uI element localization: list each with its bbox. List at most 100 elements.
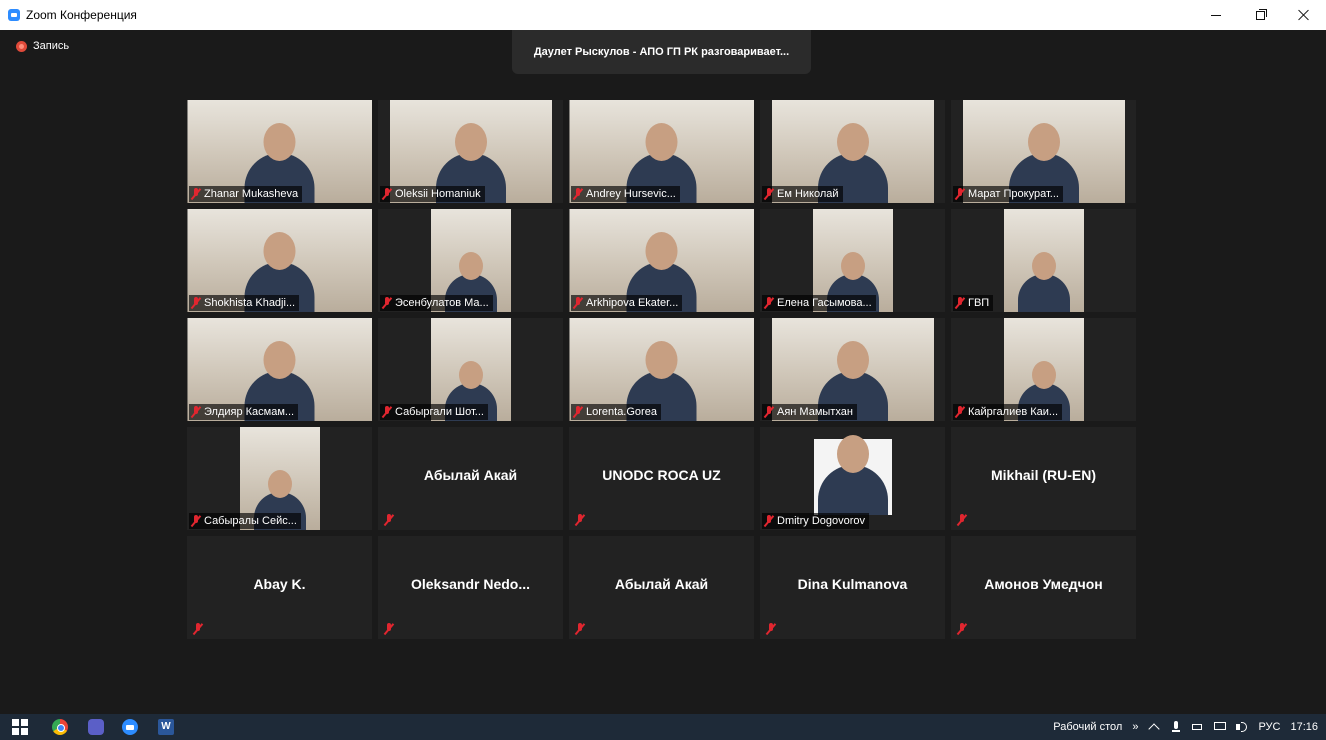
participant-tile[interactable]: UNODC ROCA UZ <box>569 427 754 530</box>
muted-mic-icon <box>573 297 583 309</box>
participant-tile[interactable]: Shokhista Khadji... <box>187 209 372 312</box>
participant-tile[interactable]: Сабыралы Сейс... <box>187 427 372 530</box>
teams-icon[interactable] <box>88 719 104 735</box>
participant-tile[interactable]: Dina Kulmanova <box>760 536 945 639</box>
participant-name: Oleksii Homaniuk <box>395 188 481 200</box>
participant-tile[interactable]: Аян Мамытхан <box>760 318 945 421</box>
muted-mic-icon <box>575 514 585 526</box>
participant-tile[interactable]: Эсенбулатов Ма... <box>378 209 563 312</box>
participant-name: Abay K. <box>253 576 306 592</box>
windows-start-icon[interactable] <box>12 719 28 735</box>
participant-name: Елена Гасымова... <box>777 297 872 309</box>
active-speaker-text: Даулет Рыскулов - АПО ГП РК разговаривае… <box>533 46 790 58</box>
participant-name: Shokhista Khadji... <box>204 297 296 309</box>
participant-tile[interactable]: ГВП <box>951 209 1136 312</box>
minimize-button[interactable] <box>1194 0 1238 30</box>
muted-mic-icon <box>764 406 774 418</box>
muted-mic-icon <box>766 623 776 635</box>
recording-indicator[interactable]: Запись <box>16 40 69 52</box>
show-hidden-icons-icon[interactable] <box>1148 721 1160 733</box>
participant-name: UNODC ROCA UZ <box>602 467 721 483</box>
participant-tile[interactable]: Dmitry Dogovorov <box>760 427 945 530</box>
active-speaker-banner: Даулет Рыскулов - АПО ГП РК разговаривае… <box>512 30 811 74</box>
participant-name-label: Andrey Hursevic... <box>571 186 680 202</box>
participant-head <box>836 123 869 161</box>
participant-tile[interactable]: Abay K. <box>187 536 372 639</box>
participant-name-label: Dmitry Dogovorov <box>762 513 870 529</box>
participant-head <box>840 252 865 280</box>
participant-tile[interactable]: Елена Гасымова... <box>760 209 945 312</box>
muted-mic-icon <box>573 406 583 418</box>
participant-tile[interactable]: Сабыргали Шот... <box>378 318 563 421</box>
word-icon[interactable]: W <box>158 719 174 735</box>
participant-tile[interactable]: Andrey Hursevic... <box>569 100 754 203</box>
title-bar: Zoom Конференция <box>0 0 1326 30</box>
participant-head <box>1031 361 1056 389</box>
participant-head <box>1031 252 1056 280</box>
participant-name: Arkhipova Ekater... <box>586 297 679 309</box>
muted-mic-icon <box>191 297 201 309</box>
muted-mic-icon <box>191 515 201 527</box>
participant-tile[interactable]: Амонов Умедчон <box>951 536 1136 639</box>
participant-head <box>263 123 296 161</box>
participant-name: Марат Прокурат... <box>968 188 1059 200</box>
participant-tile[interactable]: Arkhipova Ekater... <box>569 209 754 312</box>
muted-mic-icon <box>955 297 965 309</box>
desktop-label[interactable]: Рабочий стол <box>1053 721 1122 733</box>
chrome-icon[interactable] <box>52 719 68 735</box>
participant-tile[interactable]: Zhanar Mukasheva <box>187 100 372 203</box>
participant-name-label: Элдияр Касмам... <box>189 404 299 420</box>
participant-name-label: Lorenta.Gorea <box>571 404 661 420</box>
participant-name: Oleksandr Nedo... <box>410 576 531 592</box>
participant-tile[interactable]: Марат Прокурат... <box>951 100 1136 203</box>
microphone-icon[interactable] <box>1170 721 1182 733</box>
language-indicator[interactable]: РУС <box>1258 721 1280 733</box>
participant-tile[interactable]: Mikhail (RU-EN) <box>951 427 1136 530</box>
participant-tile[interactable]: Oleksandr Nedo... <box>378 536 563 639</box>
participant-tile[interactable]: Абылай Акай <box>569 536 754 639</box>
volume-icon[interactable] <box>1236 721 1248 733</box>
clock[interactable]: 17:16 <box>1290 721 1318 733</box>
participant-tile[interactable]: Oleksii Homaniuk <box>378 100 563 203</box>
muted-mic-icon <box>955 406 965 418</box>
battery-icon[interactable] <box>1192 721 1204 733</box>
muted-mic-icon <box>193 623 203 635</box>
participant-name-label: Shokhista Khadji... <box>189 295 300 311</box>
participant-name: Элдияр Касмам... <box>204 406 295 418</box>
participant-name-label: Эсенбулатов Ма... <box>380 295 493 311</box>
muted-mic-icon <box>957 623 967 635</box>
maximize-button[interactable] <box>1238 0 1282 30</box>
participant-name: Andrey Hursevic... <box>586 188 676 200</box>
participant-head <box>263 341 296 379</box>
restore-icon <box>1255 8 1267 20</box>
gallery-grid: Zhanar Mukasheva Oleksii Homaniuk Andrey H… <box>187 100 1136 639</box>
window-title: Zoom Конференция <box>26 8 137 22</box>
participant-name: Аян Мамытхан <box>777 406 853 418</box>
zoom-taskbar-icon[interactable] <box>122 719 138 735</box>
participant-name: Эсенбулатов Ма... <box>395 297 489 309</box>
participant-head <box>454 123 487 161</box>
muted-mic-icon <box>384 623 394 635</box>
participant-name: Кайргалиев Каи... <box>968 406 1059 418</box>
participant-name: ГВП <box>968 297 990 309</box>
participant-head <box>645 123 678 161</box>
toolbar-chevron[interactable]: » <box>1132 721 1138 733</box>
participant-tile[interactable]: Ем Николай <box>760 100 945 203</box>
participant-tile[interactable]: Элдияр Касмам... <box>187 318 372 421</box>
participant-name-label: ГВП <box>953 295 994 311</box>
participant-name-label: Сабыргали Шот... <box>380 404 488 420</box>
participant-name: Амонов Умедчон <box>984 576 1103 592</box>
close-button[interactable] <box>1282 0 1326 30</box>
muted-mic-icon <box>764 188 774 200</box>
muted-mic-icon <box>573 188 583 200</box>
participant-name: Dmitry Dogovorov <box>777 515 866 527</box>
participant-tile[interactable]: Абылай Акай <box>378 427 563 530</box>
participant-head <box>458 361 483 389</box>
participant-name-label: Аян Мамытхан <box>762 404 857 420</box>
network-icon[interactable] <box>1214 721 1227 733</box>
participant-tile[interactable]: Кайргалиев Каи... <box>951 318 1136 421</box>
participant-tile[interactable]: Lorenta.Gorea <box>569 318 754 421</box>
participant-name: Сабыргали Шот... <box>395 406 484 418</box>
muted-mic-icon <box>191 406 201 418</box>
participant-head <box>645 341 678 379</box>
